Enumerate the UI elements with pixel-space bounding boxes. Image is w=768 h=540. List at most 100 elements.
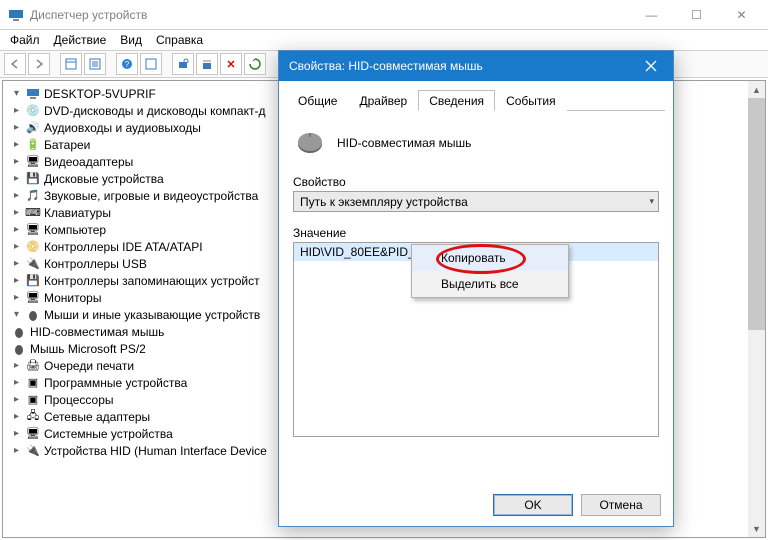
tab-driver[interactable]: Драйвер xyxy=(348,90,418,111)
device-icon: ▣ xyxy=(25,393,41,407)
chevron-down-icon[interactable]: ▾ xyxy=(11,309,22,320)
device-icon: 💾 xyxy=(25,172,41,186)
tree-item-label: Контроллеры USB xyxy=(44,257,147,271)
tree-root-label: DESKTOP-5VUPRIF xyxy=(44,87,156,101)
device-icon: 🖥 xyxy=(25,291,41,305)
menu-view[interactable]: Вид xyxy=(120,33,142,47)
chevron-right-icon[interactable]: ▸ xyxy=(11,207,22,218)
tree-item-label: Батареи xyxy=(44,138,90,152)
ctx-select-all[interactable]: Выделить все xyxy=(412,271,568,297)
chevron-down-icon: ▾ xyxy=(649,196,654,207)
dialog-titlebar[interactable]: Свойства: HID-совместимая мышь xyxy=(279,51,673,81)
maximize-button[interactable]: ☐ xyxy=(674,0,719,29)
device-icon: 🖥 xyxy=(25,427,41,441)
toolbar-btn-2[interactable] xyxy=(84,53,106,75)
chevron-right-icon[interactable]: ▸ xyxy=(11,224,22,235)
tree-item-label: Мыши и иные указывающие устройств xyxy=(44,308,260,322)
scroll-track[interactable] xyxy=(748,98,765,520)
device-icon: 🔌 xyxy=(25,444,41,458)
chevron-right-icon[interactable]: ▸ xyxy=(11,241,22,252)
chevron-right-icon[interactable]: ▸ xyxy=(11,122,22,133)
minimize-button[interactable]: — xyxy=(629,0,674,29)
tree-item-label: Клавиатуры xyxy=(44,206,111,220)
chevron-right-icon[interactable]: ▸ xyxy=(11,190,22,201)
chevron-right-icon[interactable]: ▸ xyxy=(11,360,22,371)
toolbar-btn-1[interactable] xyxy=(60,53,82,75)
disable-button[interactable]: ✕ xyxy=(220,53,242,75)
chevron-right-icon[interactable]: ▸ xyxy=(11,445,22,456)
value-label: Значение xyxy=(293,226,659,240)
window-title: Диспетчер устройств xyxy=(30,8,629,22)
device-icon: 🔌 xyxy=(25,257,41,271)
menu-file[interactable]: Файл xyxy=(10,33,40,47)
menubar: Файл Действие Вид Справка xyxy=(0,30,768,50)
scroll-down-icon[interactable]: ▼ xyxy=(748,520,765,537)
chevron-right-icon[interactable]: ▸ xyxy=(11,156,22,167)
chevron-right-icon[interactable]: ▸ xyxy=(11,139,22,150)
dialog-title: Свойства: HID-совместимая мышь xyxy=(289,59,483,73)
chevron-right-icon[interactable]: ▸ xyxy=(11,377,22,388)
chevron-down-icon[interactable]: ▾ xyxy=(11,88,22,99)
cancel-button[interactable]: Отмена xyxy=(581,494,661,516)
device-icon: 🔋 xyxy=(25,138,41,152)
devmgr-icon xyxy=(8,7,24,23)
device-icon: 📀 xyxy=(25,240,41,254)
mouse-icon xyxy=(293,131,327,155)
chevron-right-icon[interactable]: ▸ xyxy=(11,411,22,422)
ctx-copy[interactable]: Копировать xyxy=(412,245,568,271)
device-icon: ▣ xyxy=(25,376,41,390)
device-icon: 🖥 xyxy=(25,155,41,169)
mouse-icon xyxy=(11,342,27,356)
chevron-right-icon[interactable]: ▸ xyxy=(11,173,22,184)
toolbar-btn-4[interactable] xyxy=(140,53,162,75)
device-icon: 💿 xyxy=(25,104,41,118)
chevron-right-icon[interactable]: ▸ xyxy=(11,275,22,286)
chevron-right-icon[interactable]: ▸ xyxy=(11,105,22,116)
tree-item-label: Процессоры xyxy=(44,393,114,407)
tree-item-label: Сетевые адаптеры xyxy=(44,410,150,424)
chevron-right-icon[interactable]: ▸ xyxy=(11,258,22,269)
back-button[interactable] xyxy=(4,53,26,75)
help-button[interactable]: ? xyxy=(116,53,138,75)
update-button[interactable] xyxy=(244,53,266,75)
tree-item-label: Устройства HID (Human Interface Device xyxy=(44,444,267,458)
device-icon: 🖥 xyxy=(25,223,41,237)
tree-item-label: Контроллеры запоминающих устройст xyxy=(44,274,260,288)
tree-item-label: Видеоадаптеры xyxy=(44,155,133,169)
mouse-icon xyxy=(11,325,27,339)
chevron-right-icon[interactable]: ▸ xyxy=(11,394,22,405)
mouse-icon xyxy=(25,308,41,322)
chevron-right-icon[interactable]: ▸ xyxy=(11,428,22,439)
device-icon: ⌨ xyxy=(25,206,41,220)
tree-item-label: Контроллеры IDE ATA/ATAPI xyxy=(44,240,203,254)
device-icon: 🔊 xyxy=(25,121,41,135)
tree-item-label: Программные устройства xyxy=(44,376,187,390)
tree-item-label: Системные устройства xyxy=(44,427,173,441)
device-name: HID-совместимая мышь xyxy=(337,136,471,150)
device-icon: 🎵 xyxy=(25,189,41,203)
context-menu: Копировать Выделить все xyxy=(411,244,569,298)
scroll-thumb[interactable] xyxy=(748,98,765,330)
menu-action[interactable]: Действие xyxy=(54,33,107,47)
dialog-close-button[interactable] xyxy=(628,51,673,81)
tab-details[interactable]: Сведения xyxy=(418,90,495,111)
forward-button[interactable] xyxy=(28,53,50,75)
tab-events[interactable]: События xyxy=(495,90,567,111)
tree-child-label: Мышь Microsoft PS/2 xyxy=(30,342,146,356)
close-button[interactable]: ✕ xyxy=(719,0,764,29)
scan-button[interactable] xyxy=(172,53,194,75)
scrollbar[interactable]: ▲ ▼ xyxy=(748,81,765,537)
menu-help[interactable]: Справка xyxy=(156,33,203,47)
device-icon: 🖨 xyxy=(25,359,41,373)
ok-button[interactable]: OK xyxy=(493,494,573,516)
property-label: Свойство xyxy=(293,175,659,189)
property-value: Путь к экземпляру устройства xyxy=(300,195,468,209)
tree-item-label: Звуковые, игровые и видеоустройства xyxy=(44,189,258,203)
tree-child-label: HID-совместимая мышь xyxy=(30,325,164,339)
scroll-up-icon[interactable]: ▲ xyxy=(748,81,765,98)
tab-general[interactable]: Общие xyxy=(287,90,348,111)
uninstall-button[interactable] xyxy=(196,53,218,75)
property-combobox[interactable]: Путь к экземпляру устройства ▾ xyxy=(293,191,659,212)
chevron-right-icon[interactable]: ▸ xyxy=(11,292,22,303)
tree-item-label: Аудиовходы и аудиовыходы xyxy=(44,121,201,135)
